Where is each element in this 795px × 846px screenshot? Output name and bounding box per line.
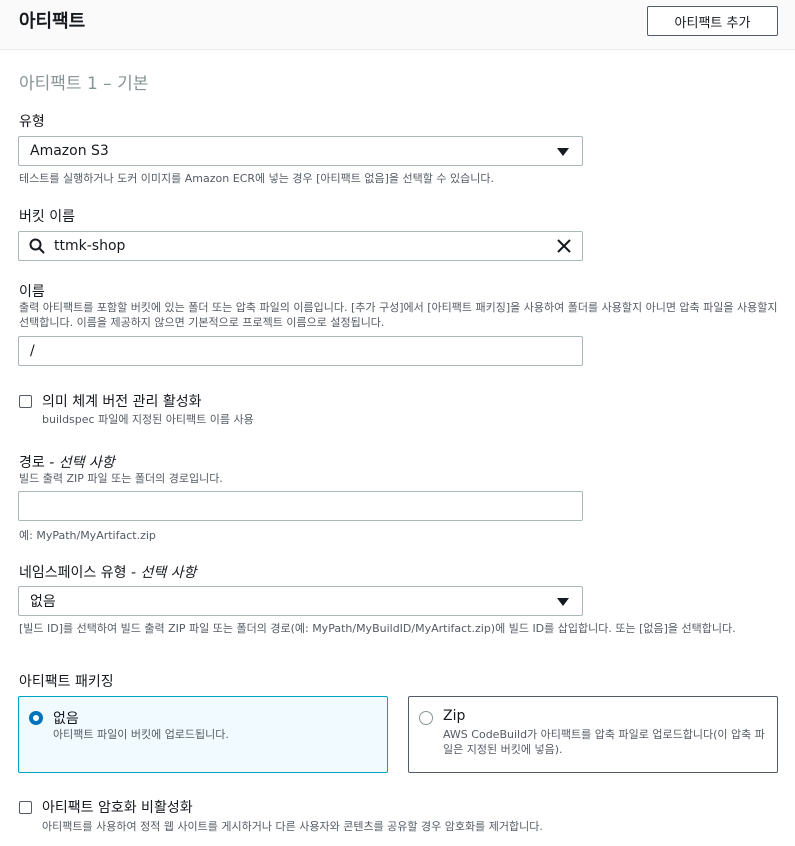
namespace-select[interactable]: 없음 xyxy=(18,586,583,616)
namespace-optional: 선택 사항 xyxy=(140,565,197,581)
name-input[interactable]: / xyxy=(18,336,583,366)
path-example: 예: MyPath/MyArtifact.zip xyxy=(19,529,156,542)
namespace-description: [빌드 ID]를 선택하여 빌드 출력 ZIP 파일 또는 폴더의 경로(예: … xyxy=(19,622,736,635)
packaging-label: 아티팩트 패키징 xyxy=(19,674,114,690)
path-description: 빌드 출력 ZIP 파일 또는 폴더의 경로입니다. xyxy=(19,472,223,485)
path-optional: 선택 사항 xyxy=(58,455,115,471)
search-icon xyxy=(29,238,45,254)
type-select[interactable]: Amazon S3 xyxy=(18,136,583,166)
bucket-label: 버킷 이름 xyxy=(19,209,75,225)
name-description: 출력 아티팩트를 포함할 버킷에 있는 폴더 또는 압축 파일의 이름입니다. … xyxy=(19,301,778,329)
semantic-versioning-description: buildspec 파일에 지정된 아티팩트 이름 사용 xyxy=(42,413,254,426)
semantic-versioning-checkbox[interactable] xyxy=(19,395,32,408)
disable-encryption-description: 아티팩트를 사용하여 정적 웹 사이트를 게시하거나 다른 사용자와 콘텐츠를 … xyxy=(42,820,543,833)
packaging-option-none[interactable]: 없음 아티팩트 파일이 버킷에 업로드됩니다. xyxy=(18,696,388,773)
packaging-option-zip[interactable]: Zip AWS CodeBuild가 아티팩트를 압축 파일로 업로드합니다(이… xyxy=(408,696,778,773)
disable-encryption-checkbox[interactable] xyxy=(19,801,32,814)
type-label: 유형 xyxy=(19,114,45,130)
bucket-value: ttmk-shop xyxy=(54,238,126,254)
packaging-option-none-description: 아티팩트 파일이 버킷에 업로드됩니다. xyxy=(53,728,229,741)
caret-down-icon xyxy=(557,148,569,156)
type-select-value: Amazon S3 xyxy=(30,143,109,159)
bucket-search-input[interactable]: ttmk-shop xyxy=(18,231,583,261)
path-label: 경로 - 선택 사항 xyxy=(19,455,115,471)
semantic-versioning-label: 의미 체계 버전 관리 활성화 xyxy=(42,394,202,410)
name-label: 이름 xyxy=(19,284,45,300)
name-value: / xyxy=(30,343,35,359)
section-title: 아티팩트 1 – 기본 xyxy=(19,74,149,94)
artifacts-header: 아티팩트 아티팩트 추가 xyxy=(0,0,795,50)
namespace-label: 네임스페이스 유형 - 선택 사항 xyxy=(19,565,197,581)
packaging-option-none-title: 없음 xyxy=(53,711,79,727)
type-description: 테스트를 실행하거나 도커 이미지를 Amazon ECR에 넣는 경우 [아티… xyxy=(19,172,494,185)
close-icon[interactable] xyxy=(557,239,571,253)
page-title: 아티팩트 xyxy=(19,11,86,32)
packaging-option-zip-title: Zip xyxy=(443,708,466,724)
packaging-option-zip-description: AWS CodeBuild가 아티팩트를 압축 파일로 업로드합니다(이 압축 … xyxy=(443,728,765,756)
add-artifact-button[interactable]: 아티팩트 추가 xyxy=(647,6,778,36)
disable-encryption-label: 아티팩트 암호화 비활성화 xyxy=(42,800,193,816)
namespace-select-value: 없음 xyxy=(30,594,56,610)
path-input[interactable] xyxy=(18,491,583,521)
radio-zip[interactable] xyxy=(419,711,433,725)
caret-down-icon xyxy=(557,598,569,606)
radio-none[interactable] xyxy=(29,711,43,725)
